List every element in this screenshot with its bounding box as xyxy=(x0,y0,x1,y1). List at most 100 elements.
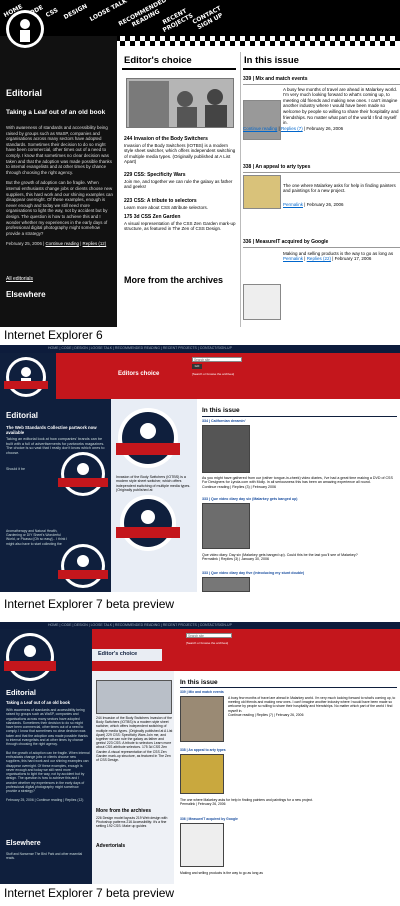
issue-body: The one where Malarkey asks for help in … xyxy=(283,182,396,194)
painting-thumbnail[interactable] xyxy=(180,754,224,794)
item-heading[interactable]: 244 Invasion of the Body Switchers xyxy=(124,136,208,142)
issue-meta: Permalink | February 26, 2006 xyxy=(283,201,344,207)
issue-meta: Permalink | Replies (22) | February 17, … xyxy=(283,256,372,262)
editorial-title: Editorial xyxy=(6,88,43,98)
more-archives-title: More from the archives xyxy=(96,808,152,814)
issue-heading[interactable]: 333 | Que video diary day five (introduc… xyxy=(202,571,397,575)
editorial-should: Should it be xyxy=(6,467,25,471)
editorial-paragraph: With awareness of standards and accessib… xyxy=(6,125,112,175)
issue-heading[interactable]: 338 | An appeal to arty types xyxy=(180,748,397,752)
issue-date: February 26, 2006 xyxy=(306,201,344,207)
issue-item[interactable]: 336 | MeasureIT acquired by Google Makin… xyxy=(243,239,400,262)
all-editorials-link[interactable]: All editorials xyxy=(6,276,33,282)
search-archives-link[interactable]: [Search or browse the archives] xyxy=(186,641,228,645)
editorial-date: February 25, 2006 xyxy=(6,241,42,247)
video-diary-thumbnail[interactable] xyxy=(202,503,250,549)
in-this-issue-rule xyxy=(202,416,397,417)
go-button[interactable]: GO xyxy=(192,364,202,369)
issue-item[interactable]: 336 | MeasureIT acquired by Google xyxy=(180,817,397,821)
net-magazine-thumbnail[interactable] xyxy=(202,425,250,473)
editorial-paragraph: But the growth of adoption can be fragil… xyxy=(6,750,90,794)
replies-link[interactable]: Replies (7) xyxy=(281,126,303,131)
item-body: Join me, and together we can rule the ga… xyxy=(124,178,233,190)
editors-choice-item[interactable]: 229 CSS: Specificity Wars Join me, and t… xyxy=(124,172,237,190)
issue-heading[interactable]: 336 | MeasureIT acquired by Google xyxy=(243,239,400,248)
malarkey-logo xyxy=(116,408,180,468)
permalink-link[interactable]: Permalink xyxy=(283,202,303,207)
item-heading[interactable]: 229 CSS: Specificity Wars xyxy=(124,172,186,178)
editorial-meta[interactable]: February 25, 2006 | Continue reading | R… xyxy=(6,798,90,802)
editorial-meta: February 25, 2006 | Continue reading | R… xyxy=(6,241,107,247)
issue-date: February 26, 2006 xyxy=(306,125,344,131)
issue-item[interactable]: 334 | Californian dreamin' xyxy=(202,419,397,423)
issue-heading[interactable]: 338 | An appeal to arty types xyxy=(243,164,400,173)
in-this-issue-title: In this issue xyxy=(244,55,299,66)
issue-item[interactable]: Que video diary: Day six (Malarkey gets … xyxy=(202,553,397,562)
replies-link[interactable]: Replies (22) xyxy=(307,256,331,261)
editors-choice-items[interactable]: 244 Invasion of the Body Switchers Invas… xyxy=(96,716,173,762)
ie7-beta-screenshot-b: HOME | CODE | DESIGN | LOOSE TALK | RECO… xyxy=(0,622,400,884)
issue-heading[interactable]: 336 | MeasureIT acquired by Google xyxy=(180,817,397,821)
issue-heading[interactable]: 333 | Que video diary day six (Malarkey … xyxy=(202,497,397,501)
editorial-heading[interactable]: Taking a Leaf out of an old book xyxy=(6,109,105,116)
issue-heading[interactable]: 334 | Californian dreamin' xyxy=(202,419,397,423)
malarkey-logo[interactable] xyxy=(2,8,48,50)
issue-item[interactable]: As you might have gathered from our (rat… xyxy=(202,476,397,489)
editors-choice-item[interactable]: 175 3d CSS Zen Garden A visual represent… xyxy=(124,214,237,232)
malarkey-logo[interactable] xyxy=(2,355,50,399)
ie6-screenshot: HOME CODE CSS DESIGN LOOSE TALK RECOMMEN… xyxy=(0,0,400,327)
editors-choice-image[interactable] xyxy=(96,680,172,714)
caption-ie7-a: Internet Explorer 7 beta preview xyxy=(4,597,175,611)
item-body: Invasion of the Body Switchers (IOTBS) i… xyxy=(124,142,236,165)
editorial-heading[interactable]: Taking a Leaf out of an old book xyxy=(6,700,90,705)
editorial-title: Editorial xyxy=(6,688,37,697)
editorial-paragraph: But the growth of adoption can be fragil… xyxy=(6,180,113,236)
editors-choice-title: Editors choice xyxy=(118,371,160,377)
issue-item[interactable]: 333 | Que video diary day six (Malarkey … xyxy=(202,497,397,501)
issue-item[interactable]: 338 | An appeal to arty types The one wh… xyxy=(243,164,400,207)
issue-meta: Continue reading | Replies (3) | Februar… xyxy=(202,484,276,489)
nav-links[interactable]: HOME | CODE | DESIGN | LOOSE TALK | RECO… xyxy=(48,346,232,350)
elsewhere-items[interactable]: Stuff and Nonsense The Bird Park and oth… xyxy=(6,852,90,860)
issue-item[interactable]: A busy few months of travel are ahead in… xyxy=(228,696,397,717)
in-this-issue-title: In this issue xyxy=(202,407,240,414)
editors-choice-image[interactable] xyxy=(126,78,234,128)
editorial-heading[interactable]: The Web Standards Collective partwork no… xyxy=(6,425,106,435)
item-heading[interactable]: 223 CSS: A tribute to selectors xyxy=(124,198,197,204)
archive-items[interactable]: 226 Design model layouts 219 Web design … xyxy=(96,816,173,829)
search-input[interactable]: Search site xyxy=(186,633,232,638)
issue-item[interactable]: 333 | Que video diary day five (introduc… xyxy=(202,571,397,575)
item-heading[interactable]: 175 3d CSS Zen Garden xyxy=(124,214,180,220)
video-diary-thumbnail[interactable] xyxy=(202,577,250,592)
nav-design[interactable]: DESIGN xyxy=(63,3,89,21)
issue-date: February 17, 2006 xyxy=(334,256,372,262)
item-body: Learn more about CSS attribute selectors… xyxy=(124,204,209,210)
issue-item[interactable]: The one where Malarkey asks for help in … xyxy=(180,798,397,806)
replies-link[interactable]: Replies (12) xyxy=(83,241,107,246)
film-poster-image xyxy=(127,79,233,127)
issue-heading[interactable]: 339 | Mix and match events xyxy=(180,690,397,694)
issue-heading[interactable]: 339 | Mix and match events xyxy=(243,76,400,85)
issue-item[interactable]: 339 | Mix and match events A busy few mo… xyxy=(243,76,400,131)
editors-choice-item[interactable]: 223 CSS: A tribute to selectors Learn mo… xyxy=(124,198,237,210)
continue-reading-link[interactable]: Continue reading xyxy=(45,241,78,246)
search-archives-link[interactable]: [Search or browse the archives] xyxy=(192,372,234,376)
search-input[interactable]: Search site xyxy=(192,357,242,362)
nav-contact-sign-up[interactable]: CONTACT SIGN UP xyxy=(191,5,225,32)
permalink-link[interactable]: Permalink xyxy=(283,256,303,261)
issue-meta: Continue reading | Replies (7) | Februar… xyxy=(228,712,304,717)
measureit-thumbnail[interactable] xyxy=(243,284,281,320)
superhero-thumbnail[interactable] xyxy=(180,696,224,742)
elsewhere-heading: Elsewhere xyxy=(6,840,41,847)
editorial-title: Editorial xyxy=(6,411,39,420)
issue-item[interactable]: Making and selling products is the way t… xyxy=(180,871,397,875)
issue-meta: Continue reading | Replies (7) | Februar… xyxy=(243,125,344,131)
issue-meta: Permalink | Replies (3) | January 30, 20… xyxy=(202,557,269,562)
editors-choice-item[interactable]: 244 Invasion of the Body Switchers Invas… xyxy=(124,136,237,165)
issue-item[interactable]: 338 | An appeal to arty types xyxy=(180,748,397,752)
continue-reading-link[interactable]: Continue reading xyxy=(243,126,277,131)
nav-links[interactable]: HOME | CODE | DESIGN | LOOSE TALK | RECO… xyxy=(48,623,232,627)
malarkey-logo[interactable] xyxy=(2,630,58,684)
measureit-thumbnail[interactable] xyxy=(180,823,224,867)
issue-item[interactable]: 339 | Mix and match events xyxy=(180,690,397,694)
